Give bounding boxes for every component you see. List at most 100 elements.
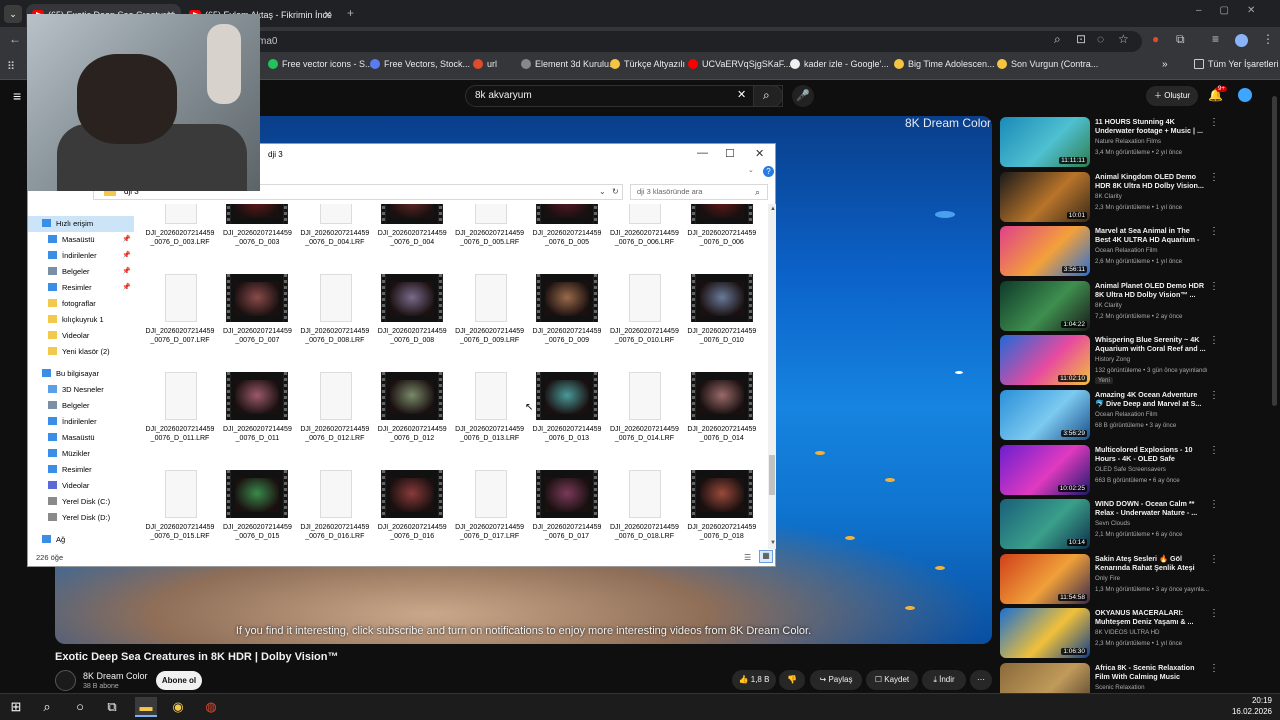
recommendation-title[interactable]: Africa 8K - Scenic Relaxation Film With …	[1095, 663, 1207, 681]
recommendation-channel[interactable]: Ocean Relaxation Film	[1095, 411, 1158, 418]
nav-item[interactable]: Ağ	[28, 532, 134, 548]
recommendation-channel[interactable]: Nature Relaxation Films	[1095, 138, 1161, 145]
dislike-button[interactable]: 👎	[779, 670, 805, 690]
more-options-icon[interactable]: ⋮	[1209, 281, 1219, 292]
dropdown-icon[interactable]: ⌄	[599, 185, 606, 199]
system-clock[interactable]: 20:19 16.02.2026	[1232, 695, 1272, 717]
nav-item[interactable]: 3D Nesneler	[28, 382, 134, 398]
recommendation-channel[interactable]: History Zong	[1095, 356, 1130, 363]
bookmark-item[interactable]: Free Vectors, Stock...	[370, 59, 470, 69]
recommendation-item[interactable]: 1:04:22 Animal Planet OLED Demo HDR 8K Ul…	[1000, 280, 1230, 332]
scroll-thumb[interactable]	[769, 455, 775, 495]
file-list-scrollbar[interactable]	[768, 204, 776, 549]
scroll-down-icon[interactable]: ▼	[770, 540, 776, 546]
video-thumbnail[interactable]: 10:01	[1000, 171, 1090, 222]
recommendation-channel[interactable]: Only Fire	[1095, 575, 1120, 582]
nav-item[interactable]: Hızlı erişim	[28, 216, 134, 232]
video-thumbnail[interactable]: 1:06:30	[1000, 608, 1090, 659]
download-button[interactable]: ⤓ İndir	[922, 670, 966, 690]
file-item[interactable]: DJI_20260207214459_0076_D_011.LRF	[144, 372, 216, 467]
video-thumbnail[interactable]: 11:02:10	[1000, 335, 1090, 386]
profile-avatar[interactable]	[1235, 34, 1248, 47]
bookmark-item[interactable]: kader izle - Google'...	[790, 59, 889, 69]
file-item[interactable]: DJI_20260207214459_0076_D_013	[531, 372, 603, 467]
clear-search-icon[interactable]: ✕	[737, 88, 746, 101]
video-thumbnail[interactable]: 10:14	[1000, 499, 1090, 550]
nav-item[interactable]: Yeni klasör (2)	[28, 344, 134, 360]
file-item[interactable]: DJI_20260207214459_0076_D_008.LRF	[299, 274, 371, 369]
nav-item[interactable]: Resimler	[28, 462, 134, 478]
more-options-icon[interactable]: ⋮	[1209, 390, 1219, 401]
search-input[interactable]: 8k akvaryum	[465, 85, 783, 107]
avatar[interactable]	[1238, 88, 1252, 102]
video-thumbnail[interactable]: 3:56:11	[1000, 226, 1090, 277]
recommendation-item[interactable]: 3:56:11 Marvel at Sea Animal in The Best …	[1000, 226, 1230, 277]
share-button[interactable]: ↪ Paylaş	[810, 670, 862, 690]
file-item[interactable]: DJI_20260207214459_0076_D_011	[221, 372, 293, 467]
task-view-icon[interactable]: ⧉	[102, 697, 122, 717]
recommendation-item[interactable]: 10:02:25 Multicolored Explosions - 10 Hou…	[1000, 444, 1230, 496]
more-options-icon[interactable]: ⋮	[1209, 172, 1219, 183]
file-item[interactable]: DJI_20260207214459_0076_D_014	[686, 372, 758, 467]
nav-item[interactable]: Masaüstü 📌	[28, 232, 134, 248]
file-item[interactable]: DJI_20260207214459_0076_D_007.LRF	[144, 274, 216, 369]
more-options-icon[interactable]: ⋮	[1209, 226, 1219, 237]
recommendation-channel[interactable]: Ocean Relaxation Film	[1095, 247, 1158, 254]
recommendation-item[interactable]: 10:14 WIND DOWN - Ocean Calm ** Relax - U…	[1000, 499, 1230, 550]
recommendation-channel[interactable]: 8K Clarity	[1095, 302, 1122, 309]
nav-item[interactable]: İndirilenler 📌	[28, 248, 134, 264]
more-options-icon[interactable]: ⋮	[1209, 499, 1219, 510]
nav-item[interactable]: Belgeler 📌	[28, 264, 134, 280]
file-item[interactable]: DJI_20260207214459_0076_D_018.LRF	[608, 470, 680, 549]
subscribe-button[interactable]: Abone ol	[156, 671, 202, 690]
bookmark-item[interactable]: Free vector icons - S...	[268, 59, 373, 69]
star-icon[interactable]: ☆	[1118, 32, 1129, 46]
recommendation-title[interactable]: Animal Planet OLED Demo HDR 8K Ultra HD …	[1095, 281, 1207, 299]
folder-search-input[interactable]: dji 3 klasöründe ara ⌕	[630, 184, 768, 200]
nav-item[interactable]: Yerel Disk (C:)	[28, 494, 134, 510]
channel-avatar[interactable]	[55, 670, 76, 691]
install-icon[interactable]: ⊡	[1076, 32, 1086, 46]
create-button[interactable]: ＋ Oluştur	[1146, 86, 1198, 106]
recommendation-title[interactable]: 11 HOURS Stunning 4K Underwater footage …	[1095, 117, 1207, 135]
video-thumbnail[interactable]: 3:56:29	[1000, 390, 1090, 440]
file-item[interactable]: DJI_20260207214459_0076_D_013.LRF	[454, 372, 526, 467]
file-item[interactable]: DJI_20260207214459_0076_D_004.LRF	[299, 204, 371, 271]
apps-icon[interactable]: ⠿	[7, 60, 15, 73]
hamburger-icon[interactable]: ≡	[13, 88, 21, 104]
recommendation-title[interactable]: WIND DOWN - Ocean Calm ** Relax - Underw…	[1095, 499, 1207, 517]
extension-icon[interactable]: ●	[1152, 32, 1159, 46]
window-controls[interactable]: –▢✕	[1196, 5, 1273, 16]
recommendation-title[interactable]: Marvel at Sea Animal in The Best 4K ULTR…	[1095, 226, 1207, 245]
start-button[interactable]: ⊞	[6, 697, 26, 717]
all-bookmarks[interactable]: Tüm Yer İşaretleri	[1194, 59, 1279, 69]
file-item[interactable]: DJI_20260207214459_0076_D_017.LRF	[454, 470, 526, 549]
file-item[interactable]: DJI_20260207214459_0076_D_004	[376, 204, 448, 271]
video-thumbnail[interactable]: 1:04:22	[1000, 280, 1090, 331]
video-thumbnail[interactable]: 10:02:25	[1000, 444, 1090, 495]
more-options-icon[interactable]: ⋮	[1209, 663, 1219, 674]
bookmark-item[interactable]: Element 3d Kurulu...	[521, 59, 617, 69]
recommendation-title[interactable]: Whispering Blue Serenity ~ 4K Aquarium w…	[1095, 335, 1207, 353]
puzzle-icon[interactable]: ⧉	[1176, 32, 1185, 47]
file-item[interactable]: DJI_20260207214459_0076_D_008	[376, 274, 448, 369]
file-item[interactable]: DJI_20260207214459_0076_D_009	[531, 274, 603, 369]
obs-taskbar-icon[interactable]: ◍	[201, 697, 221, 717]
search-button[interactable]: ⌕	[753, 85, 783, 107]
nav-item[interactable]: İndirilenler	[28, 414, 134, 430]
help-icon[interactable]: ?	[763, 166, 774, 177]
recommendation-channel[interactable]: Scenic Relaxation	[1095, 684, 1145, 691]
nav-item[interactable]: Masaüstü	[28, 430, 134, 446]
bookmark-item[interactable]: Son Vurgun (Contra...	[997, 59, 1098, 69]
video-thumbnail[interactable]: 11:11:11	[1000, 117, 1090, 167]
nav-item[interactable]: Belgeler	[28, 398, 134, 414]
like-button[interactable]: 👍 1,8 B	[732, 670, 776, 690]
channel-name[interactable]: 8K Dream Color	[83, 671, 148, 681]
chevron-down-icon[interactable]: ⌄	[748, 166, 754, 174]
chrome-taskbar-icon[interactable]: ◉	[168, 697, 188, 717]
nav-item[interactable]: Müzikler	[28, 446, 134, 462]
file-item[interactable]: DJI_20260207214459_0076_D_006	[686, 204, 758, 271]
file-item[interactable]: DJI_20260207214459_0076_D_016	[376, 470, 448, 549]
file-item[interactable]: DJI_20260207214459_0076_D_009.LRF	[454, 274, 526, 369]
tab-search-button[interactable]: ⌄	[4, 5, 22, 23]
